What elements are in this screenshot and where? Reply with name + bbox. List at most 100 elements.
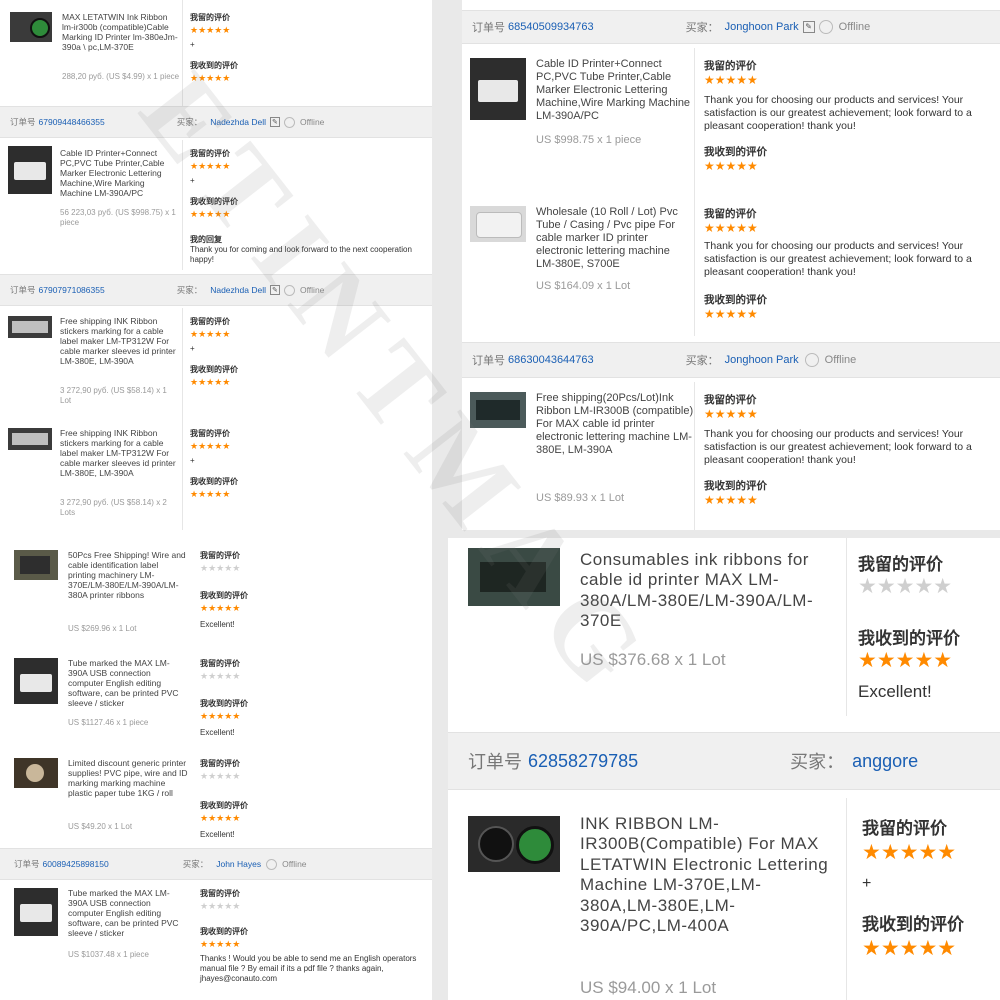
buyer-name[interactable]: Jonghoon Park [725, 21, 799, 33]
buyer-name[interactable]: John Hayes [216, 859, 261, 869]
product-thumbnail[interactable] [8, 146, 52, 194]
order-number[interactable]: 68630043644763 [508, 354, 594, 366]
order-item: MAX LETATWIN Ink Ribbon lm-ir300b (compa… [0, 0, 432, 100]
product-thumbnail[interactable] [470, 58, 526, 120]
product-title[interactable]: Tube marked the MAX LM-390A USB connecti… [68, 888, 188, 938]
message-icon[interactable]: ✎ [269, 117, 280, 127]
right-lower-panel: Consumables ink ribbons for cable id pri… [448, 538, 1000, 1000]
received-review-heading: 我收到的评价 [200, 591, 248, 600]
divider [182, 308, 183, 530]
offline-status: Offline [299, 285, 325, 295]
received-rating-stars: ★★★★★ [704, 493, 758, 507]
my-rating-stars: ★★★★★ [200, 901, 241, 911]
offline-status-icon [283, 284, 295, 296]
order-item: Consumables ink ribbons for cable id pri… [448, 538, 1000, 718]
product-thumbnail[interactable] [8, 428, 52, 450]
buyer-name[interactable]: Jonghoon Park [725, 354, 799, 366]
offline-status: Offline [824, 354, 857, 366]
ribbon-box-icon [476, 400, 520, 420]
product-thumbnail[interactable] [470, 206, 526, 242]
order-header: 订单号 60089425898150 买家： John Hayes Offlin… [0, 848, 432, 880]
product-thumbnail[interactable] [14, 758, 58, 788]
divider [694, 48, 695, 336]
order-header: 订单号 68540509934763 买家： Jonghoon Park ✎ O… [462, 10, 1000, 44]
buyer-name[interactable]: Nadezhda Dell [210, 117, 266, 127]
received-rating-stars: ★★★★★ [200, 939, 241, 949]
my-rating-stars: ★★★★★ [704, 407, 758, 421]
product-title[interactable]: Consumables ink ribbons for cable id pri… [580, 550, 830, 632]
order-item: 50Pcs Free Shipping! Wire and cable iden… [0, 538, 432, 646]
product-title[interactable]: INK RIBBON LM-IR300B(Compatible) For MAX… [580, 814, 835, 936]
offline-status-icon [283, 116, 295, 128]
received-rating-stars: ★★★★★ [190, 377, 231, 387]
received-review-heading: 我收到的评价 [200, 927, 248, 936]
product-title[interactable]: Free shipping INK Ribbon stickers markin… [60, 316, 178, 366]
my-rating-stars: ★★★★★ [190, 441, 231, 451]
my-rating-stars: ★★★★★ [862, 841, 957, 864]
product-title[interactable]: Cable ID Printer+Connect PC,PVC Tube Pri… [60, 148, 178, 198]
my-review-text: Thank you for choosing our products and … [704, 240, 972, 278]
product-thumbnail[interactable] [8, 316, 52, 338]
item-price: US $1037.48 x 1 piece [68, 950, 149, 959]
product-thumbnail[interactable] [468, 548, 560, 606]
my-review-heading: 我留的评价 [190, 317, 230, 326]
order-number[interactable]: 67909448466355 [39, 117, 105, 127]
item-price: US $94.00 x 1 Lot [580, 978, 717, 997]
received-review-heading: 我收到的评价 [190, 365, 238, 374]
order-number[interactable]: 67907971086355 [39, 285, 105, 295]
buyer-name[interactable]: anggore [852, 751, 918, 772]
message-icon[interactable]: ✎ [269, 285, 280, 295]
my-rating-stars: ★★★★★ [190, 329, 231, 339]
product-title[interactable]: MAX LETATWIN Ink Ribbon lm-ir300b (compa… [62, 12, 180, 52]
received-review-heading: 我收到的评价 [704, 480, 767, 492]
order-item: Free shipping(20Pcs/Lot)Ink Ribbon LM-IR… [462, 382, 1000, 530]
message-icon[interactable]: ✎ [802, 21, 815, 33]
order-header: 订单号 67909448466355 买家： Nadezhda Dell ✎ O… [0, 106, 432, 138]
ribbon-box-icon [480, 562, 546, 592]
my-review-heading: 我留的评价 [704, 60, 757, 72]
product-thumbnail[interactable] [470, 392, 526, 428]
item-price: US $376.68 x 1 Lot [580, 650, 726, 669]
product-thumbnail[interactable] [14, 888, 58, 936]
product-title[interactable]: Cable ID Printer+Connect PC,PVC Tube Pri… [536, 58, 696, 123]
ribbon-roll-icon [30, 18, 50, 38]
received-review-heading: 我收到的评价 [190, 477, 238, 486]
order-item: Free shipping INK Ribbon stickers markin… [0, 420, 432, 530]
product-thumbnail[interactable] [14, 658, 58, 704]
my-review-heading: 我留的评价 [704, 394, 757, 406]
order-item: Free shipping INK Ribbon stickers markin… [0, 308, 432, 418]
item-price: US $164.09 x 1 Lot [536, 280, 631, 292]
divider [182, 140, 183, 270]
product-title[interactable]: Limited discount generic printer supplie… [68, 758, 188, 798]
divider [694, 382, 695, 530]
buyer-name[interactable]: Nadezhda Dell [210, 285, 266, 295]
tube-roll-icon [476, 212, 522, 238]
product-title[interactable]: Wholesale (10 Roll / Lot) Pvc Tube / Cas… [536, 206, 686, 271]
order-item: Wholesale (10 Roll / Lot) Pvc Tube / Cas… [462, 196, 1000, 336]
product-title[interactable]: Tube marked the MAX LM-390A USB connecti… [68, 658, 188, 708]
order-number[interactable]: 68540509934763 [508, 21, 594, 33]
product-title[interactable]: Free shipping INK Ribbon stickers markin… [60, 428, 178, 478]
received-review-text: Excellent! [858, 682, 932, 701]
order-number[interactable]: 62858279785 [528, 751, 638, 772]
offline-status: Offline [299, 117, 325, 127]
my-review-text: + [190, 40, 195, 49]
my-review-text: Thank you for choosing our products and … [704, 428, 972, 466]
printer-image-icon [14, 162, 46, 180]
order-number[interactable]: 60089425898150 [43, 859, 109, 869]
order-item: Cable ID Printer+Connect PC,PVC Tube Pri… [462, 48, 1000, 194]
my-review-text: + [190, 176, 195, 185]
product-title[interactable]: 50Pcs Free Shipping! Wire and cable iden… [68, 550, 188, 600]
order-item: Tube marked the MAX LM-390A USB connecti… [0, 882, 432, 1000]
product-title[interactable]: Free shipping(20Pcs/Lot)Ink Ribbon LM-IR… [536, 392, 696, 457]
product-thumbnail[interactable] [14, 550, 58, 580]
ribbon-roll-icon [516, 826, 554, 864]
my-rating-stars: ★★★★★ [200, 771, 241, 781]
received-review-heading: 我收到的评价 [862, 915, 964, 934]
tube-roll-icon [26, 764, 44, 782]
received-rating-stars: ★★★★★ [200, 711, 241, 721]
product-thumbnail[interactable] [10, 12, 52, 42]
product-thumbnail[interactable] [468, 816, 560, 872]
received-review-text: Excellent! [200, 620, 235, 629]
order-header: 订单号 62858279785 买家： anggore [448, 732, 1000, 790]
